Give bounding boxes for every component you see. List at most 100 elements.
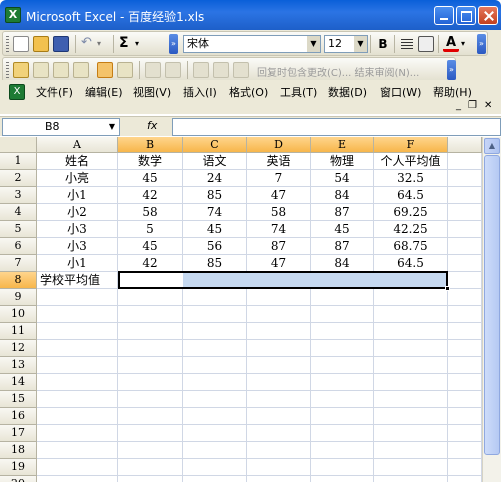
cell-f7[interactable]: 64.5 (374, 255, 448, 272)
cell-f16[interactable] (374, 408, 448, 425)
cell-a17[interactable] (37, 425, 118, 442)
cell-d19[interactable] (247, 459, 311, 476)
toolbar-grip[interactable] (6, 36, 9, 52)
cell-c10[interactable] (183, 306, 247, 323)
cell-g11[interactable] (448, 323, 482, 340)
cell-a1[interactable]: 姓名 (37, 153, 118, 170)
cell-d15[interactable] (247, 391, 311, 408)
undo-icon[interactable]: ↶ (81, 36, 97, 52)
reviewing-overflow-chevron-icon[interactable]: » (447, 60, 456, 80)
cell-g18[interactable] (448, 442, 482, 459)
cell-c6[interactable]: 56 (183, 238, 247, 255)
cell-d14[interactable] (247, 374, 311, 391)
font-name-select[interactable]: 宋体 ▼ (183, 35, 321, 53)
menu-help[interactable]: 帮助(H) (433, 84, 472, 100)
cell-b20[interactable] (118, 476, 183, 482)
column-header-b[interactable]: B (118, 137, 183, 153)
show-all-comments-icon[interactable] (97, 62, 113, 78)
cell-f2[interactable]: 32.5 (374, 170, 448, 187)
cell-c3[interactable]: 85 (183, 187, 247, 204)
cell-g16[interactable] (448, 408, 482, 425)
cell-c20[interactable] (183, 476, 247, 482)
doc-close-icon[interactable]: ✕ (484, 100, 492, 111)
cell-e20[interactable] (311, 476, 374, 482)
row-header-16[interactable]: 16 (0, 408, 37, 425)
cell-b13[interactable] (118, 357, 183, 374)
cell-d9[interactable] (247, 289, 311, 306)
cell-g2[interactable] (448, 170, 482, 187)
cell-c1[interactable]: 语文 (183, 153, 247, 170)
worksheet-grid[interactable]: A B C D E F 1 姓名 数学 语文 英语 物理 个人平均值 2 小亮 45 24 7 54 32.5 3 小1 4… (0, 137, 501, 482)
doc-minimize-icon[interactable]: _ (456, 100, 461, 111)
open-folder-icon[interactable] (33, 36, 49, 52)
cell-b10[interactable] (118, 306, 183, 323)
cell-g20[interactable] (448, 476, 482, 482)
cell-f5[interactable]: 42.25 (374, 221, 448, 238)
cell-f13[interactable] (374, 357, 448, 374)
cell-f14[interactable] (374, 374, 448, 391)
row-header-15[interactable]: 15 (0, 391, 37, 408)
cell-b16[interactable] (118, 408, 183, 425)
cell-g12[interactable] (448, 340, 482, 357)
cell-c4[interactable]: 74 (183, 204, 247, 221)
column-header-c[interactable]: C (183, 137, 247, 153)
align-center-icon[interactable] (399, 36, 415, 52)
excel-icon[interactable]: X (5, 7, 21, 23)
cell-a10[interactable] (37, 306, 118, 323)
highlight-icon[interactable] (193, 62, 209, 78)
cell-g13[interactable] (448, 357, 482, 374)
cell-b12[interactable] (118, 340, 183, 357)
cell-c15[interactable] (183, 391, 247, 408)
cell-e3[interactable]: 84 (311, 187, 374, 204)
row-header-19[interactable]: 19 (0, 459, 37, 476)
cell-b4[interactable]: 58 (118, 204, 183, 221)
cell-e7[interactable]: 84 (311, 255, 374, 272)
cell-b2[interactable]: 45 (118, 170, 183, 187)
row-header-5[interactable]: 5 (0, 221, 37, 238)
cell-f1[interactable]: 个人平均值 (374, 153, 448, 170)
cell-d11[interactable] (247, 323, 311, 340)
ink-annotation-icon[interactable] (165, 62, 181, 78)
cell-d17[interactable] (247, 425, 311, 442)
cell-a2[interactable]: 小亮 (37, 170, 118, 187)
cell-c12[interactable] (183, 340, 247, 357)
cell-a7[interactable]: 小1 (37, 255, 118, 272)
cell-e18[interactable] (311, 442, 374, 459)
menu-file[interactable]: 文件(F) (36, 84, 73, 100)
cell-c14[interactable] (183, 374, 247, 391)
cell-b17[interactable] (118, 425, 183, 442)
fill-handle[interactable] (445, 286, 450, 291)
chevron-down-icon[interactable]: ▼ (307, 36, 320, 52)
row-header-4[interactable]: 4 (0, 204, 37, 221)
cell-e13[interactable] (311, 357, 374, 374)
cell-d18[interactable] (247, 442, 311, 459)
cell-a13[interactable] (37, 357, 118, 374)
cell-e4[interactable]: 87 (311, 204, 374, 221)
row-header-9[interactable]: 9 (0, 289, 37, 306)
cell-d1[interactable]: 英语 (247, 153, 311, 170)
cell-d16[interactable] (247, 408, 311, 425)
prev-comment-icon[interactable] (33, 62, 49, 78)
cell-d3[interactable]: 47 (247, 187, 311, 204)
column-header-a[interactable]: A (37, 137, 118, 153)
cell-b7[interactable]: 42 (118, 255, 183, 272)
font-color-icon[interactable]: A (443, 36, 459, 52)
review-icon[interactable] (233, 62, 249, 78)
row-header-7[interactable]: 7 (0, 255, 37, 272)
cell-d13[interactable] (247, 357, 311, 374)
cell-e5[interactable]: 45 (311, 221, 374, 238)
cell-f15[interactable] (374, 391, 448, 408)
selected-range[interactable] (118, 271, 448, 289)
cell-e12[interactable] (311, 340, 374, 357)
cell-d5[interactable]: 74 (247, 221, 311, 238)
undo-dropdown-icon[interactable]: ▾ (97, 36, 113, 52)
menu-insert[interactable]: 插入(I) (183, 84, 217, 100)
cell-a6[interactable]: 小3 (37, 238, 118, 255)
cell-d7[interactable]: 47 (247, 255, 311, 272)
toolbar-grip[interactable] (6, 62, 9, 78)
cell-g3[interactable] (448, 187, 482, 204)
cell-c13[interactable] (183, 357, 247, 374)
show-comment-icon[interactable] (73, 62, 89, 78)
chevron-down-icon[interactable]: ▼ (105, 119, 119, 135)
insert-function-icon[interactable]: fx (147, 119, 157, 132)
